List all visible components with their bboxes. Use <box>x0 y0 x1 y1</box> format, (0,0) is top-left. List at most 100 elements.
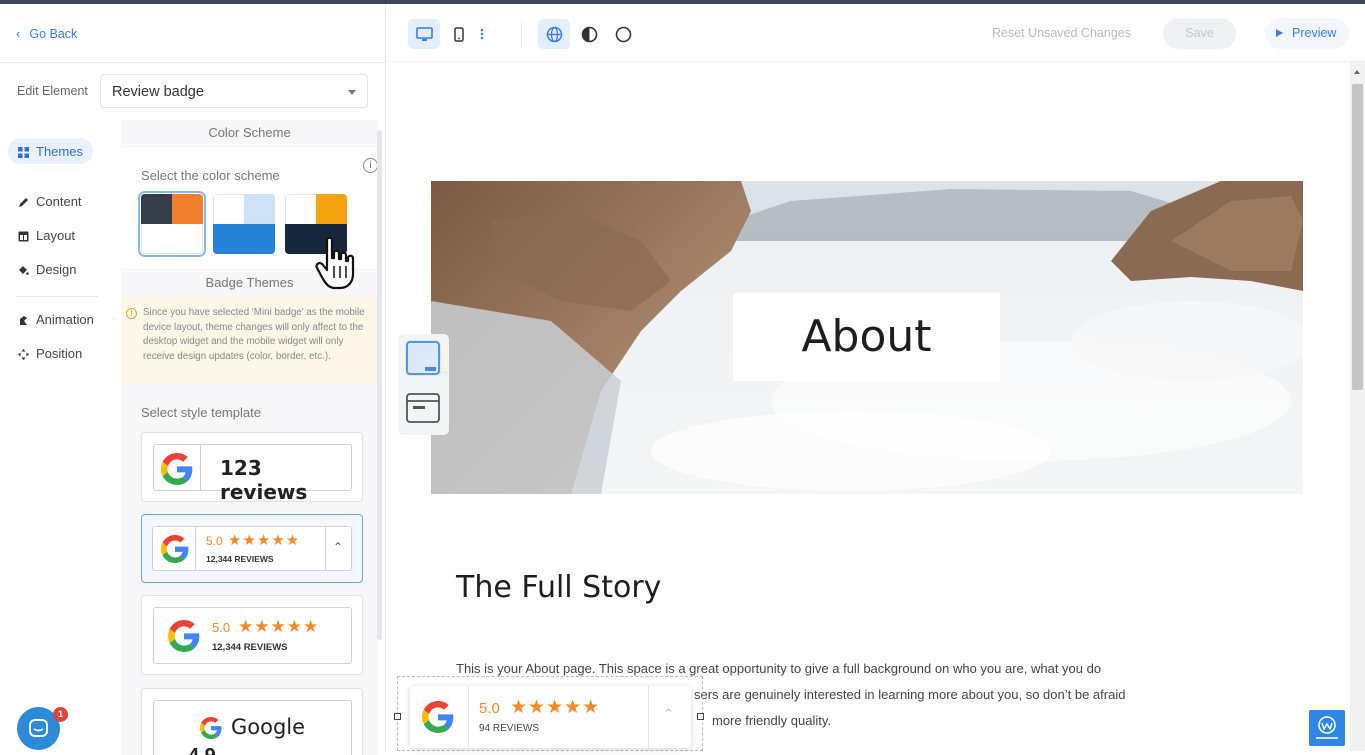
chevron-up-icon[interactable]: ⌃ <box>663 706 674 722</box>
nav-label: Position <box>36 345 83 361</box>
editor-panel: ‹ Go Back Edit Element Review badge Them… <box>0 4 386 755</box>
scrollbar-thumb[interactable] <box>1352 84 1363 390</box>
swatch-segment <box>172 194 203 224</box>
toolbar-divider <box>521 21 522 47</box>
element-select[interactable]: Review badge <box>100 74 368 108</box>
template-option[interactable]: 5.0 ★★★★★ 12,344 REVIEWS ⌃ <box>141 514 363 583</box>
badge-preview: 5.0 ★★★★★ 12,344 REVIEWS <box>153 607 352 664</box>
pen-icon <box>18 196 29 207</box>
mobile-icon <box>454 26 464 42</box>
swatch-segment <box>141 224 203 254</box>
corner-logo <box>1309 710 1345 746</box>
google-icon <box>161 453 193 485</box>
chevron-up-icon: ⌃ <box>333 540 344 554</box>
language-button[interactable] <box>538 19 570 49</box>
story-title: The Full Story <box>456 570 662 605</box>
nav-item-design[interactable]: Design <box>8 256 86 282</box>
contrast-icon <box>581 26 597 42</box>
nav-label: Animation <box>36 311 94 327</box>
nav-item-animation[interactable]: Animation <box>8 306 104 332</box>
go-back-label: Go Back <box>29 26 78 41</box>
settings-column: Color Scheme Select the color scheme i B… <box>121 120 378 755</box>
template-reviews: 12,344 REVIEWS <box>212 642 288 653</box>
layout-icon <box>18 230 29 241</box>
move-icon <box>18 348 29 360</box>
chevron-left-icon: ‹ <box>16 26 21 41</box>
style-template-label: Select style template <box>141 405 261 420</box>
template-reviews: 12,344 REVIEWS <box>206 554 274 564</box>
caret-down-icon <box>348 90 356 95</box>
play-icon <box>1276 29 1283 37</box>
nav-label: Design <box>36 261 77 277</box>
hero-title: About <box>733 293 1000 381</box>
badge-divider <box>195 527 196 570</box>
go-back-link[interactable]: ‹ Go Back <box>16 26 77 41</box>
site-preview: About The Full Story This is your About … <box>386 62 1350 751</box>
template-option[interactable]: 123 reviews <box>141 432 363 504</box>
nav-item-layout[interactable]: Layout <box>8 222 85 248</box>
swatch-segment <box>244 194 275 224</box>
google-icon <box>422 701 454 733</box>
mini-badge-warning: ! Since you have selected 'Mini badge' a… <box>121 296 378 384</box>
color-swatch-dark-orange[interactable] <box>138 191 206 257</box>
reset-unsaved-changes-link[interactable]: Reset Unsaved Changes <box>992 26 1131 40</box>
scroll-up-arrow-icon[interactable] <box>1354 70 1360 74</box>
paint-bucket-icon <box>18 264 29 275</box>
badge-rating: 5.0 <box>479 700 500 717</box>
panel-scrollbar[interactable] <box>377 130 382 640</box>
template-option[interactable]: 5.0 ★★★★★ 12,344 REVIEWS <box>141 595 363 675</box>
more-options-button[interactable] <box>476 19 488 49</box>
badge-divider <box>648 686 649 748</box>
info-icon[interactable]: i <box>363 158 378 173</box>
theme-mode-button[interactable] <box>607 19 639 49</box>
template-stars: ★★★★★ <box>238 617 320 637</box>
nav-divider <box>16 296 98 297</box>
nav-label: Layout <box>36 227 76 243</box>
badge-layout-button[interactable] <box>405 340 441 376</box>
badge-divider <box>325 527 326 570</box>
floating-review-badge[interactable]: 5.0 ★★★★★ 94 REVIEWS ⌃ <box>410 686 691 748</box>
swatch-segment <box>213 194 244 224</box>
preview-button[interactable]: Preview <box>1265 18 1349 49</box>
animation-icon <box>18 314 29 325</box>
desktop-view-button[interactable] <box>408 19 440 49</box>
swatch-segment <box>285 194 316 224</box>
nav-item-themes[interactable]: Themes <box>8 138 93 164</box>
hero-image: About <box>431 181 1303 494</box>
editor-toolbar: Reset Unsaved Changes Save Preview <box>386 4 1365 62</box>
template-stars: ★★★★★ <box>228 531 301 549</box>
template-rating: 4.9 <box>188 745 216 755</box>
color-scheme-title: Color Scheme <box>208 125 291 140</box>
template-brand: Google <box>231 715 306 739</box>
google-icon <box>168 620 200 652</box>
google-icon <box>200 717 222 739</box>
nav-item-content[interactable]: Content <box>8 188 92 214</box>
story-fragment: sers are genuinely interested in learnin… <box>694 687 1126 702</box>
badge-preview: 5.0 ★★★★★ 12,344 REVIEWS ⌃ <box>152 526 352 571</box>
mobile-view-button[interactable] <box>443 19 475 49</box>
divider <box>0 62 386 63</box>
preview-scrollbar[interactable] <box>1350 62 1365 751</box>
hand-cursor-icon <box>315 236 355 290</box>
side-nav: Themes Content Layout Design Animation P… <box>0 120 120 755</box>
badge-preview: 123 reviews <box>153 444 352 504</box>
resize-handle[interactable] <box>394 713 401 720</box>
resize-handle[interactable] <box>697 713 704 720</box>
warning-icon: ! <box>126 308 137 319</box>
color-scheme-label: Select the color scheme <box>141 168 280 183</box>
save-button[interactable]: Save <box>1163 18 1236 49</box>
contrast-button[interactable] <box>573 19 605 49</box>
preview-label: Preview <box>1292 26 1337 40</box>
warning-text: Since you have selected 'Mini badge' as … <box>143 307 365 362</box>
widget-layout-picker <box>398 334 449 435</box>
embedded-layout-button[interactable] <box>405 390 441 426</box>
template-option[interactable]: Google 4.9 <box>141 688 363 755</box>
template-rating: 5.0 <box>212 620 231 635</box>
more-vertical-icon <box>480 28 484 40</box>
logo-icon <box>1316 716 1338 739</box>
embed-layout-icon <box>406 393 440 423</box>
nav-label: Themes <box>36 143 83 159</box>
color-swatch-light-blue[interactable] <box>213 194 275 254</box>
nav-label: Content <box>36 193 82 209</box>
nav-item-position[interactable]: Position <box>8 340 92 366</box>
